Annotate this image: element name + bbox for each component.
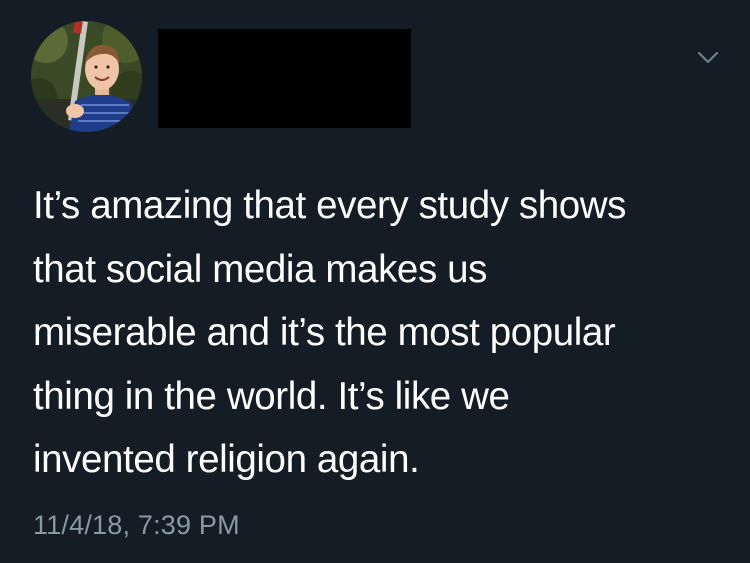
avatar[interactable] (31, 21, 142, 132)
redacted-name-box (158, 29, 411, 128)
tweet-text-line: that social media makes us (33, 247, 487, 291)
tweet-card: It’s amazing that every study shows that… (0, 0, 750, 563)
tweet-text-line: miserable and it’s the most popular (33, 311, 616, 354)
tweet-text-line: invented religion again. (33, 438, 420, 481)
tweet-text: It’s amazing that every study shows that… (33, 174, 723, 492)
tweet-timestamp[interactable]: 11/4/18, 7:39 PM (33, 507, 240, 543)
avatar-photo (31, 21, 142, 132)
tweet-text-line: It’s amazing that every study shows (33, 184, 627, 227)
tweet-text-line: thing in the world. It’s like we (33, 374, 510, 418)
chevron-down-icon[interactable] (693, 45, 723, 69)
